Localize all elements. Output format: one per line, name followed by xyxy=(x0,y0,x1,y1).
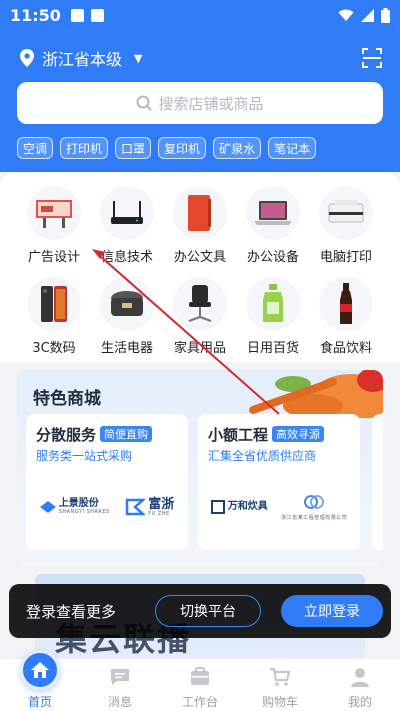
shangyi-logo: 上景股份 SHANGYI SHARES xyxy=(39,499,110,515)
tab-workbench[interactable]: 工作台 xyxy=(160,659,240,711)
chip-notebook[interactable]: 笔记本 xyxy=(268,137,317,159)
tab-label: 工作台 xyxy=(181,695,218,709)
chip-mineral-water[interactable]: 矿泉水 xyxy=(213,137,262,159)
mall-card-service[interactable]: 分散服务 简便直购 服务类一站式采购 上景股份 SHANGYI SHARES 富浙 F… xyxy=(26,414,188,550)
tab-label: 消息 xyxy=(107,695,132,709)
category-furniture[interactable]: 家具用品 xyxy=(163,277,237,356)
category-label: 电脑打印 xyxy=(319,250,372,265)
login-now-button[interactable]: 立即登录 xyxy=(281,595,383,627)
location-label: 浙江省本级 xyxy=(42,50,123,69)
mall-card-logos: 上景股份 SHANGYI SHARES 富浙 FU ZHE xyxy=(32,492,182,522)
category-ad-design[interactable]: 广告设计 xyxy=(17,186,91,265)
login-prompt-text: 登录查看更多 xyxy=(26,602,117,621)
status-time: 11:50 xyxy=(10,5,61,25)
tab-label: 首页 xyxy=(27,695,52,709)
category-stationery[interactable]: 办公文具 xyxy=(163,186,237,265)
mall-card-tag: 高效寻源 xyxy=(272,426,325,442)
rice-cooker-icon xyxy=(100,277,154,331)
search-icon xyxy=(136,95,153,111)
tab-me[interactable]: 我的 xyxy=(320,659,400,711)
tab-label: 购物车 xyxy=(261,695,298,709)
gallery-notification-icon xyxy=(70,8,84,22)
category-daily-goods[interactable]: 日用百货 xyxy=(236,277,310,356)
wifi-icon xyxy=(338,9,354,21)
tab-label: 我的 xyxy=(347,695,372,709)
featured-mall-title: 特色商城 xyxy=(33,389,101,409)
hot-search-chips: 空调 打印机 口罩 复印机 矿泉水 笔记本 xyxy=(17,137,317,159)
category-label: 生活电器 xyxy=(100,341,153,356)
header: 11:50 浙江省本级 ▼ 搜索店铺或商品 空调 打印机 口罩 复印机 矿泉水 … xyxy=(0,0,400,172)
message-icon xyxy=(111,669,129,685)
chip-printer[interactable]: 打印机 xyxy=(60,137,109,159)
user-icon xyxy=(351,668,369,687)
printer-icon xyxy=(319,186,373,240)
mall-card-tag: 简便直购 xyxy=(100,426,153,442)
category-grid: 广告设计 信息技术 办公文具 办公设备 电脑打印 3C数码 生活电器 家具用品 … xyxy=(0,172,400,362)
status-bar: 11:50 xyxy=(0,0,400,30)
mall-card-next-peek[interactable] xyxy=(372,414,383,550)
home-icon[interactable] xyxy=(20,650,60,690)
search-input[interactable]: 搜索店铺或商品 xyxy=(17,82,383,124)
scan-icon[interactable] xyxy=(362,48,382,68)
category-label: 办公设备 xyxy=(246,250,299,265)
category-label: 办公文具 xyxy=(173,250,226,265)
mall-card-logos: 万和炊具 浙江省某工程管理有限公司 xyxy=(204,492,354,522)
login-prompt-bar: 登录查看更多 切换平台 立即登录 xyxy=(9,584,391,638)
router-icon xyxy=(100,186,154,240)
wanhe-logo: 万和炊具 xyxy=(210,500,268,514)
detergent-bottle-icon xyxy=(246,277,300,331)
mall-card-subtitle: 服务类一站式采购 xyxy=(36,449,133,463)
notebook-icon xyxy=(173,186,227,240)
category-label: 信息技术 xyxy=(100,250,153,265)
signal-icon xyxy=(361,8,374,22)
laptop-icon xyxy=(246,186,300,240)
category-label: 日用百货 xyxy=(246,341,299,356)
cola-bottle-icon xyxy=(319,277,373,331)
location-selector[interactable]: 浙江省本级 ▼ xyxy=(20,44,382,72)
cart-icon xyxy=(270,667,291,686)
chip-copier[interactable]: 复印机 xyxy=(158,137,207,159)
tab-messages[interactable]: 消息 xyxy=(80,659,160,711)
mall-card-subtitle: 汇集全省优质供应商 xyxy=(208,449,317,463)
battery-icon xyxy=(381,7,390,23)
mall-card-small-project[interactable]: 小额工程 高效寻源 汇集全省优质供应商 万和炊具 浙江省某工程管理有限公司 xyxy=(198,414,360,550)
tab-cart[interactable]: 购物车 xyxy=(240,659,320,711)
chip-air-conditioner[interactable]: 空调 xyxy=(17,137,54,159)
bottom-tab-bar: 首页 消息 工作台 购物车 我的 xyxy=(0,658,400,711)
vegetables-image xyxy=(249,370,383,418)
featured-mall-section: 特色商城 分散服务 简便直购 服务类一站式采购 上景股份 SHANGYI SHARE… xyxy=(17,370,383,566)
category-label: 食品饮料 xyxy=(319,341,372,356)
category-label: 广告设计 xyxy=(27,250,80,265)
workbench-icon xyxy=(191,667,209,685)
category-food-drink[interactable]: 食品饮料 xyxy=(309,277,383,356)
office-chair-icon xyxy=(173,277,227,331)
billboard-icon xyxy=(27,186,81,240)
category-info-tech[interactable]: 信息技术 xyxy=(90,186,164,265)
category-3c-digital[interactable]: 3C数码 xyxy=(17,277,91,356)
category-label: 家具用品 xyxy=(173,341,226,356)
chip-mask[interactable]: 口罩 xyxy=(115,137,152,159)
app-notification-icon xyxy=(90,8,104,22)
category-computer-print[interactable]: 电脑打印 xyxy=(309,186,383,265)
category-home-appliance[interactable]: 生活电器 xyxy=(90,277,164,356)
category-office-equipment[interactable]: 办公设备 xyxy=(236,186,310,265)
location-pin-icon xyxy=(20,49,34,67)
caret-down-icon: ▼ xyxy=(134,51,143,65)
fuzhe-logo: 富浙 FU ZHE xyxy=(125,498,174,517)
search-placeholder: 搜索店铺或商品 xyxy=(158,94,264,113)
switch-platform-button[interactable]: 切换平台 xyxy=(155,595,261,627)
smartphone-icon xyxy=(27,277,81,331)
category-label: 3C数码 xyxy=(32,341,76,356)
mall-card-title: 分散服务 简便直购 xyxy=(36,424,153,445)
engineering-company-logo: 浙江省某工程管理有限公司 xyxy=(281,493,347,521)
mall-card-title: 小额工程 高效寻源 xyxy=(208,424,325,445)
